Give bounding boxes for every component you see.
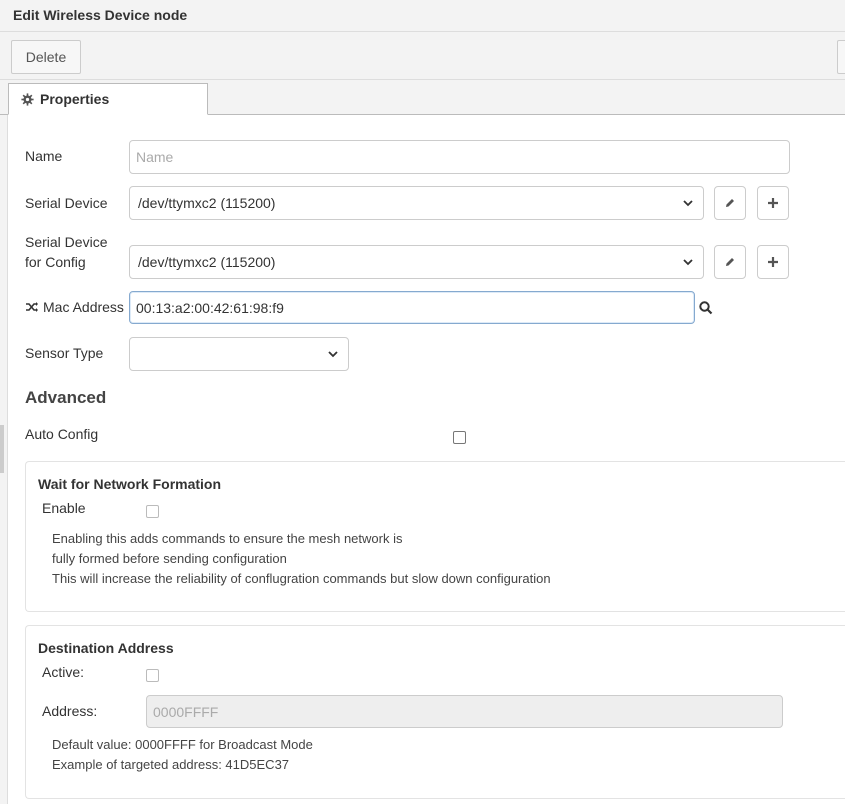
auto-config-checkbox[interactable] (453, 431, 466, 444)
name-label: Name (25, 148, 63, 164)
search-icon[interactable] (699, 301, 713, 315)
pencil-icon (726, 258, 734, 266)
network-formation-help-2: fully formed before sending configuratio… (52, 551, 287, 566)
mac-address-label-row: Mac Address (25, 297, 124, 317)
advanced-title: Advanced (25, 388, 107, 407)
gear-icon (21, 92, 34, 106)
name-input[interactable] (129, 140, 790, 174)
mac-address-label: Mac Address (43, 299, 124, 315)
mac-address-input[interactable] (129, 291, 695, 324)
pencil-icon (726, 199, 734, 207)
destination-help-2: Example of targeted address: 41D5EC37 (52, 757, 290, 772)
active-label: Active: (42, 664, 85, 680)
destination-address-title: Destination Address (38, 640, 174, 656)
serial-device-config-select[interactable]: /dev/ttymxc2 (115200) (129, 245, 704, 279)
sensor-type-label: Sensor Type (25, 345, 104, 361)
serial-device-config-value: /dev/ttymxc2 (115200) (138, 254, 276, 270)
edit-serial-device-button[interactable] (714, 186, 746, 220)
tab-properties[interactable]: Properties (8, 83, 208, 115)
chevron-down-icon (683, 259, 693, 266)
address-label: Address: (42, 703, 98, 719)
chevron-down-icon (328, 351, 338, 358)
serial-device-label: Serial Device (25, 195, 108, 211)
dialog-title: Edit Wireless Device node (13, 7, 188, 23)
resize-handle[interactable] (0, 425, 4, 473)
sensor-type-select[interactable] (129, 337, 349, 371)
add-serial-device-config-button[interactable] (757, 245, 789, 279)
toolbar-right-button[interactable] (837, 40, 845, 74)
destination-help-1: Default value: 0000FFFF for Broadcast Mo… (52, 737, 313, 752)
network-formation-help-1: Enabling this adds commands to ensure th… (52, 531, 403, 546)
address-input[interactable] (146, 695, 783, 728)
serial-device-config-label-line2: for Config (25, 254, 86, 270)
active-checkbox[interactable] (146, 669, 159, 682)
enable-label: Enable (42, 500, 86, 516)
edit-serial-device-config-button[interactable] (714, 245, 746, 279)
delete-button[interactable]: Delete (11, 40, 81, 74)
auto-config-label: Auto Config (25, 426, 99, 442)
serial-device-config-label-line1: Serial Device (25, 234, 108, 250)
add-serial-device-button[interactable] (757, 186, 789, 220)
enable-checkbox[interactable] (146, 505, 159, 518)
serial-device-select[interactable]: /dev/ttymxc2 (115200) (129, 186, 704, 220)
serial-device-value: /dev/ttymxc2 (115200) (138, 195, 276, 211)
tab-properties-label: Properties (40, 91, 110, 107)
dialog-toolbar (0, 32, 845, 80)
shuffle-icon (26, 302, 38, 312)
network-formation-help-3: This will increase the reliability of co… (52, 571, 551, 586)
plus-icon (768, 198, 778, 208)
plus-icon (768, 257, 778, 267)
chevron-down-icon (683, 200, 693, 207)
network-formation-title: Wait for Network Formation (38, 476, 222, 492)
